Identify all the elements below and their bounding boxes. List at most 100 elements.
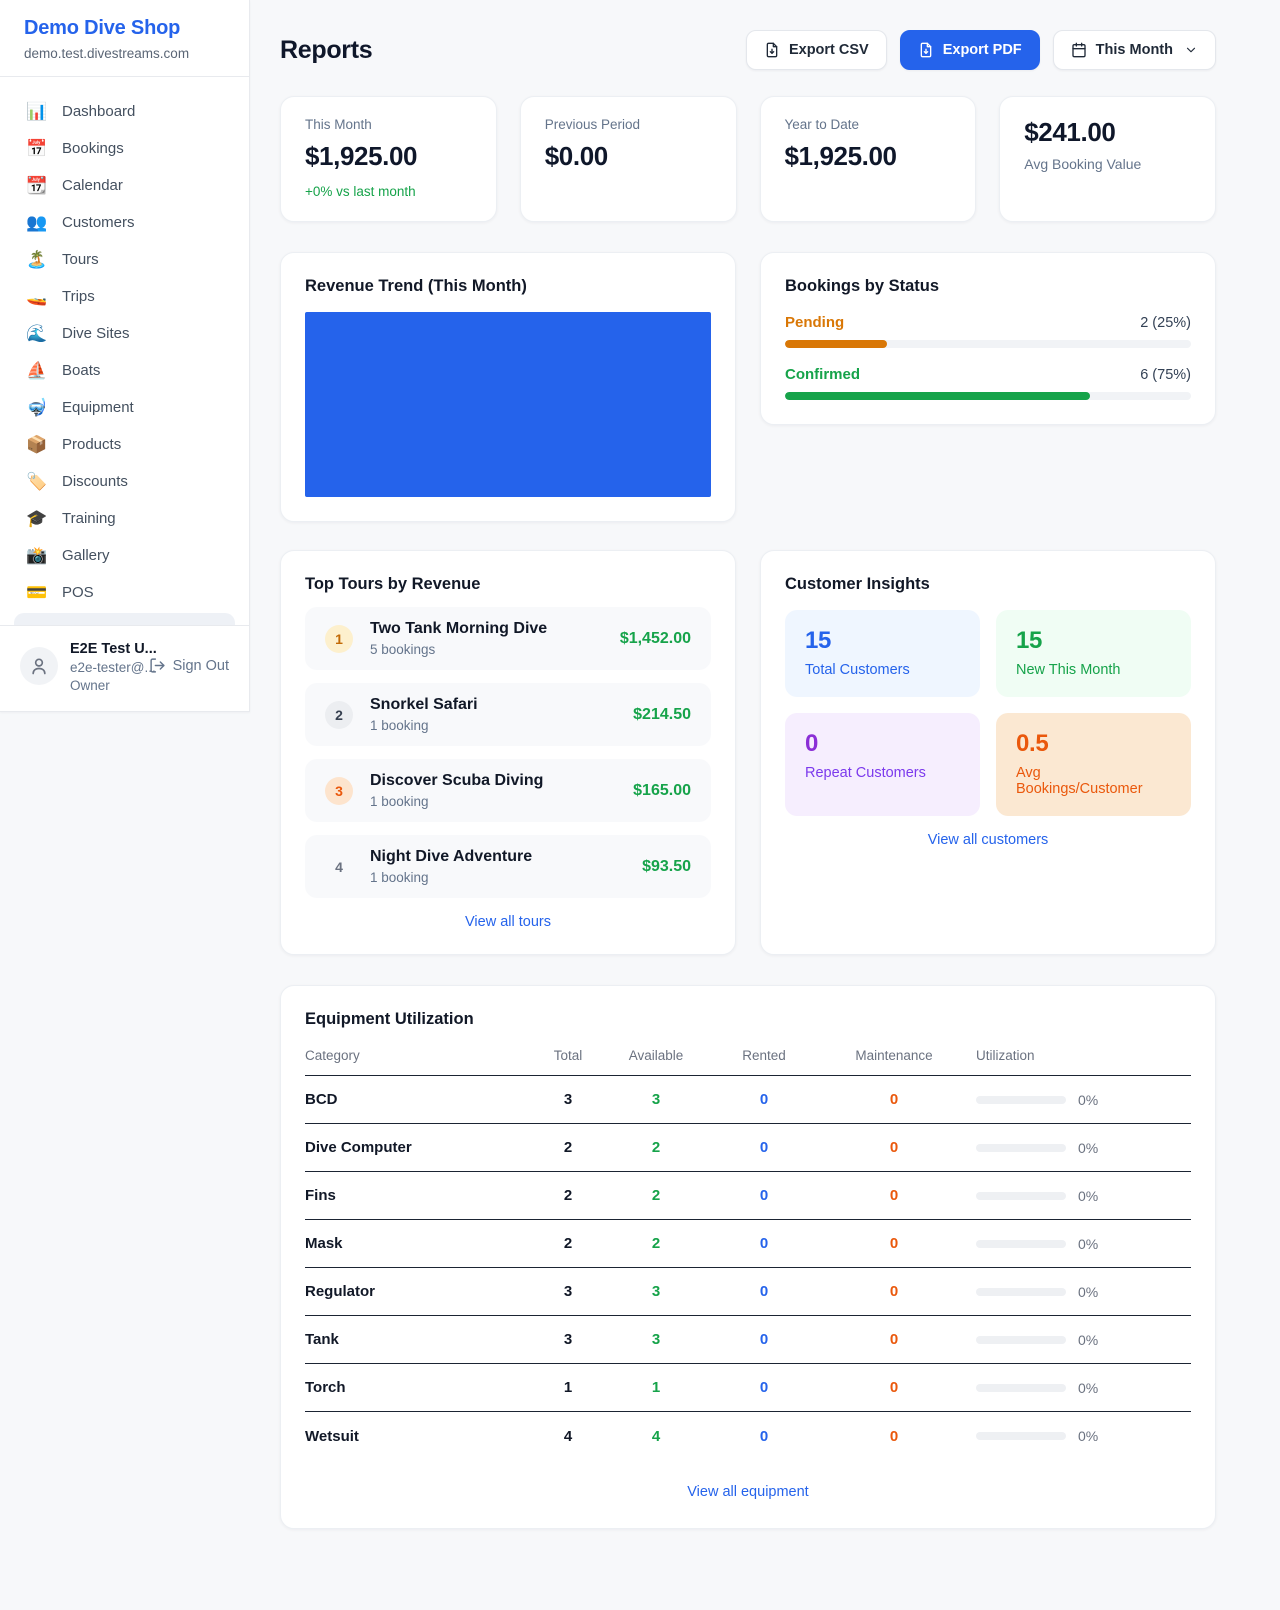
sidebar-item-pos[interactable]: 💳 POS — [12, 574, 237, 611]
utilization-percent: 0% — [1078, 1140, 1098, 1156]
sidebar-item-dashboard[interactable]: 📊 Dashboard — [12, 93, 237, 130]
cell-category: Wetsuit — [305, 1428, 523, 1445]
export-pdf-button[interactable]: Export PDF — [900, 30, 1040, 70]
cell-maintenance: 0 — [829, 1379, 959, 1396]
status-row-pending: Pending 2 (25%) — [785, 314, 1191, 348]
column-header-available: Available — [613, 1048, 699, 1063]
export-csv-label: Export CSV — [789, 42, 869, 58]
header-actions: Export CSV Export PDF This Month — [746, 30, 1216, 70]
view-all-equipment-link[interactable]: View all equipment — [305, 1484, 1191, 1500]
utilization-track — [976, 1096, 1066, 1104]
cell-category: Dive Computer — [305, 1139, 523, 1156]
main-content: Reports Export CSV Export PDF This Month… — [250, 0, 1280, 1599]
top-tours-title: Top Tours by Revenue — [305, 575, 711, 594]
cell-utilization: 0% — [959, 1428, 1191, 1444]
cell-utilization: 0% — [959, 1236, 1191, 1252]
rank-badge: 2 — [325, 701, 353, 729]
nav-item-partially-scrolled — [14, 613, 235, 625]
utilization-percent: 0% — [1078, 1284, 1098, 1300]
sidebar-item-training[interactable]: 🎓 Training — [12, 500, 237, 537]
sign-out-icon — [149, 657, 166, 674]
sign-out-button[interactable]: Sign Out — [149, 657, 229, 674]
tile-label: Total Customers — [805, 662, 960, 678]
export-pdf-label: Export PDF — [943, 42, 1022, 58]
customer-insights-title: Customer Insights — [785, 575, 1191, 594]
tour-amount: $1,452.00 — [620, 630, 691, 648]
tour-row: 4 Night Dive Adventure 1 booking $93.50 — [305, 835, 711, 898]
cell-category: Torch — [305, 1379, 523, 1396]
top-tours-card: Top Tours by Revenue 1 Two Tank Morning … — [280, 550, 736, 955]
sidebar-item-dive-sites[interactable]: 🌊 Dive Sites — [12, 315, 237, 352]
utilization-track — [976, 1432, 1066, 1440]
cell-utilization: 0% — [959, 1188, 1191, 1204]
stat-value: $1,925.00 — [305, 141, 472, 172]
sidebar-item-bookings[interactable]: 📅 Bookings — [12, 130, 237, 167]
tour-amount: $93.50 — [642, 858, 691, 876]
sidebar-item-trips[interactable]: 🚤 Trips — [12, 278, 237, 315]
sidebar-item-gallery[interactable]: 📸 Gallery — [12, 537, 237, 574]
brand-domain: demo.test.divestreams.com — [24, 46, 225, 61]
cell-category: BCD — [305, 1091, 523, 1108]
cell-rented: 0 — [699, 1283, 829, 1300]
table-row: Tank 3 3 0 0 0% — [305, 1316, 1191, 1364]
sidebar-item-products[interactable]: 📦 Products — [12, 426, 237, 463]
sidebar-item-label: Tours — [62, 251, 99, 268]
person-icon — [29, 656, 49, 676]
cell-category: Regulator — [305, 1283, 523, 1300]
view-all-customers-link[interactable]: View all customers — [785, 832, 1191, 848]
table-row: Regulator 3 3 0 0 0% — [305, 1268, 1191, 1316]
cell-total: 2 — [523, 1187, 613, 1204]
sidebar-item-label: POS — [62, 584, 94, 601]
view-all-tours-link[interactable]: View all tours — [305, 914, 711, 930]
sidebar-item-tours[interactable]: 🏝️ Tours — [12, 241, 237, 278]
tour-amount: $165.00 — [633, 782, 691, 800]
stat-value: $0.00 — [545, 141, 712, 172]
cell-rented: 0 — [699, 1428, 829, 1445]
sidebar-nav: 📊 Dashboard 📅 Bookings 📆 Calendar 👥 Cust… — [0, 77, 249, 625]
tour-name: Two Tank Morning Dive — [370, 620, 547, 638]
column-header-rented: Rented — [699, 1048, 829, 1063]
tile-value: 15 — [805, 627, 960, 655]
chevron-down-icon — [1184, 43, 1198, 57]
cell-utilization: 0% — [959, 1092, 1191, 1108]
calendar-icon — [1071, 42, 1087, 58]
stat-card-avg-booking-value: $241.00 Avg Booking Value — [999, 96, 1216, 222]
tour-name: Snorkel Safari — [370, 696, 478, 714]
sidebar-item-boats[interactable]: ⛵ Boats — [12, 352, 237, 389]
cell-maintenance: 0 — [829, 1091, 959, 1108]
cell-category: Fins — [305, 1187, 523, 1204]
utilization-percent: 0% — [1078, 1428, 1098, 1444]
tile-label: Avg Bookings/Customer — [1016, 765, 1171, 797]
sidebar-item-discounts[interactable]: 🏷️ Discounts — [12, 463, 237, 500]
column-header-utilization: Utilization — [959, 1048, 1191, 1063]
charts-row: Revenue Trend (This Month) Bookings by S… — [280, 252, 1216, 522]
cell-available: 2 — [613, 1235, 699, 1252]
export-csv-button[interactable]: Export CSV — [746, 30, 887, 70]
cell-total: 2 — [523, 1235, 613, 1252]
cell-maintenance: 0 — [829, 1187, 959, 1204]
tour-bookings: 1 booking — [370, 718, 478, 733]
sidebar: Demo Dive Shop demo.test.divestreams.com… — [0, 0, 250, 712]
tile-label: New This Month — [1016, 662, 1171, 678]
sidebar-item-label: Boats — [62, 362, 100, 379]
sidebar-item-equipment[interactable]: 🤿 Equipment — [12, 389, 237, 426]
file-download-icon — [764, 42, 780, 58]
stat-label: Previous Period — [545, 117, 712, 132]
tour-row: 1 Two Tank Morning Dive 5 bookings $1,45… — [305, 607, 711, 670]
cell-available: 3 — [613, 1283, 699, 1300]
sidebar-item-label: Training — [62, 510, 116, 527]
cell-available: 2 — [613, 1139, 699, 1156]
tile-label: Repeat Customers — [805, 765, 960, 781]
sidebar-item-customers[interactable]: 👥 Customers — [12, 204, 237, 241]
column-header-category: Category — [305, 1048, 523, 1063]
table-row: Wetsuit 4 4 0 0 0% — [305, 1412, 1191, 1460]
page-title: Reports — [280, 36, 372, 65]
insight-tile-avg-bookings: 0.5 Avg Bookings/Customer — [996, 713, 1191, 816]
cell-available: 1 — [613, 1379, 699, 1396]
sidebar-item-label: Calendar — [62, 177, 123, 194]
sidebar-item-calendar[interactable]: 📆 Calendar — [12, 167, 237, 204]
period-dropdown[interactable]: This Month — [1053, 30, 1216, 70]
tour-bookings: 5 bookings — [370, 642, 547, 657]
sidebar-item-label: Gallery — [62, 547, 110, 564]
period-label: This Month — [1096, 42, 1173, 58]
